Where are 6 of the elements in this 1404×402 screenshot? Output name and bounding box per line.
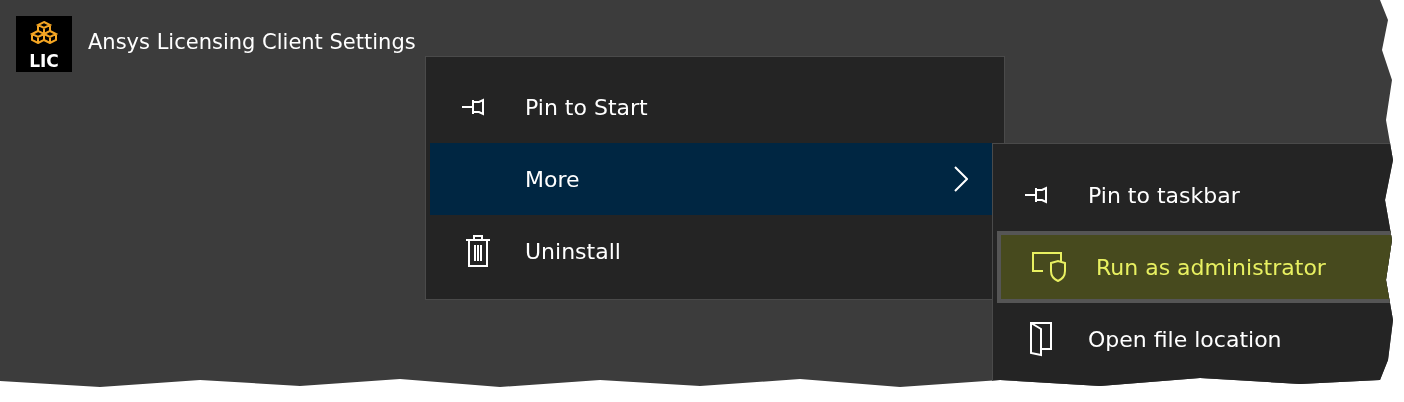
menu-item[interactable]: Pin to Start (430, 71, 1004, 143)
trash-icon (463, 234, 492, 268)
menu-item[interactable]: Open file location (993, 303, 1404, 375)
shield-icon (1030, 251, 1067, 283)
app-logo-icon: LIC (16, 16, 72, 72)
app-title[interactable]: Ansys Licensing Client Settings (88, 30, 416, 54)
